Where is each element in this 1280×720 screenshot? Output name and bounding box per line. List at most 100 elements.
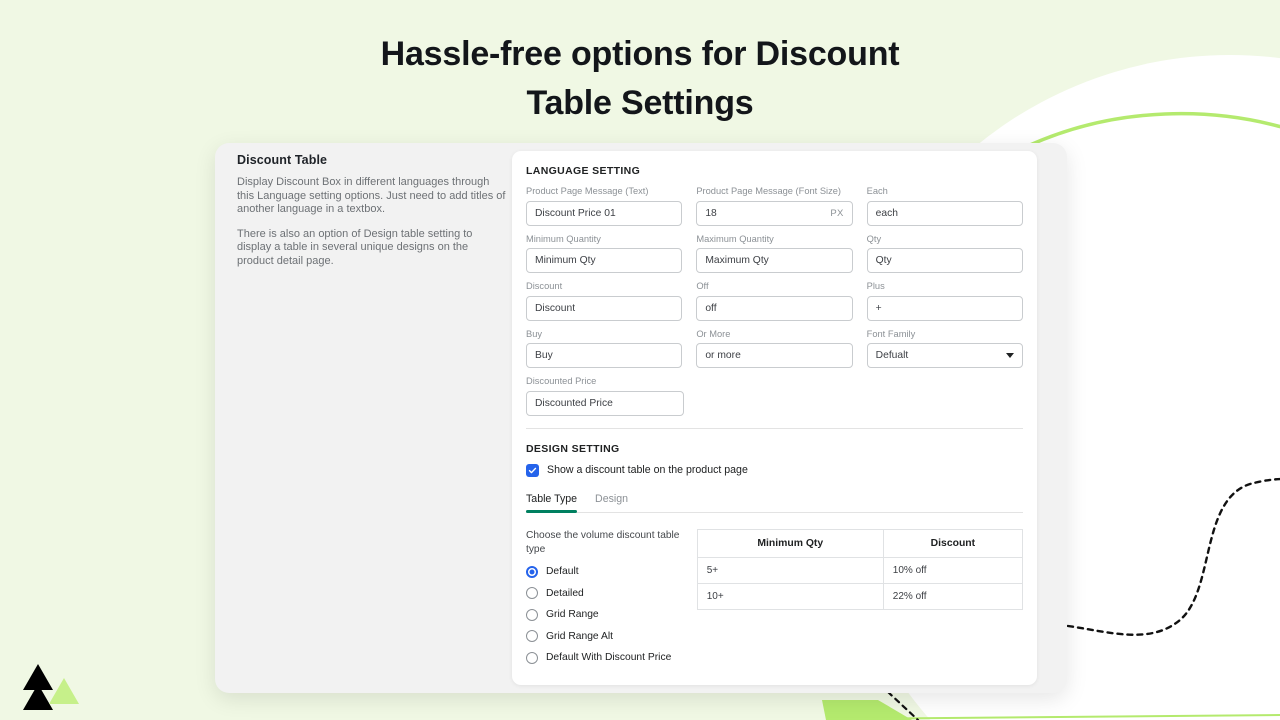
radio-label: Default bbox=[546, 566, 579, 577]
column-header-minimum-qty: Minimum Qty bbox=[697, 529, 884, 558]
preview-table-head: Minimum Qty Discount bbox=[697, 529, 1023, 558]
cell-minimum-qty: 10+ bbox=[706, 590, 724, 602]
radio-option-default[interactable]: Default bbox=[526, 565, 683, 578]
field-discounted-price: Discounted Price Discounted Price bbox=[526, 376, 684, 416]
radio-option-grid-range[interactable]: Grid Range bbox=[526, 608, 683, 621]
field-buy: Buy Buy bbox=[526, 328, 683, 368]
field-label: Product Page Message (Font Size) bbox=[696, 186, 842, 196]
cell-minimum-qty: 5+ bbox=[697, 557, 884, 584]
radio-option-detailed[interactable]: Detailed bbox=[526, 587, 683, 599]
radio-unselected-icon[interactable] bbox=[526, 651, 538, 664]
column-header-discount: Discount bbox=[882, 529, 1023, 558]
field-label: Or More bbox=[696, 328, 731, 339]
field-label: Product Page Message (Text) bbox=[526, 186, 649, 196]
radio-label: Detailed bbox=[546, 587, 584, 599]
plus-input[interactable]: + bbox=[866, 295, 1023, 321]
field-each: Each each bbox=[866, 186, 1023, 226]
radio-option-grid-range-alt[interactable]: Grid Range Alt bbox=[526, 630, 683, 642]
product-page-message-fontsize-input[interactable]: 18 PX bbox=[696, 200, 853, 226]
font-size-unit-suffix: PX bbox=[830, 207, 844, 219]
field-discount: Discount Discount bbox=[526, 281, 683, 321]
checkbox-label: Show a discount table on the product pag… bbox=[547, 464, 748, 476]
minimum-quantity-input[interactable]: Minimum Qty bbox=[526, 248, 683, 273]
settings-card: Discount Table Display Discount Box in d… bbox=[215, 143, 1067, 693]
field-row: Discounted Price Discounted Price bbox=[526, 376, 1023, 416]
field-plus: Plus + bbox=[866, 281, 1023, 321]
field-value: or more bbox=[705, 350, 741, 361]
cell-discount: 10% off bbox=[882, 557, 1023, 584]
field-label: Each bbox=[866, 186, 888, 196]
field-value: Defualt bbox=[875, 350, 909, 361]
description-paragraph-2: There is also an option of Design table … bbox=[237, 227, 473, 267]
radio-unselected-icon[interactable] bbox=[526, 587, 538, 599]
settings-panel: LANGUAGE SETTING Product Page Message (T… bbox=[512, 151, 1037, 685]
field-label: Discounted Price bbox=[526, 376, 597, 386]
field-label: Buy bbox=[526, 328, 543, 339]
field-value: Discounted Price bbox=[535, 397, 613, 409]
field-value: each bbox=[875, 207, 898, 219]
radio-label: Grid Range Alt bbox=[546, 630, 613, 642]
brand-logo-icon bbox=[23, 664, 79, 710]
field-value: Discount Price 01 bbox=[535, 207, 616, 219]
field-label: Off bbox=[696, 281, 709, 291]
description-title: Discount Table bbox=[237, 153, 328, 167]
qty-input[interactable]: Qty bbox=[866, 248, 1023, 273]
checkbox-checked-icon[interactable] bbox=[526, 463, 539, 477]
field-row: Discount Discount Off off Plus + bbox=[526, 281, 1023, 321]
design-setting-section: DESIGN SETTING Show a discount table on … bbox=[512, 429, 1037, 674]
field-minimum-quantity: Minimum Quantity Minimum Qty bbox=[526, 234, 683, 273]
preview-table-body: 5+ 10% off 10+ 22% off bbox=[697, 557, 1023, 609]
field-value: + bbox=[875, 302, 882, 314]
radio-unselected-icon[interactable] bbox=[526, 608, 538, 621]
field-product-page-message-font-size: Product Page Message (Font Size) 18 PX bbox=[696, 186, 853, 226]
page-title-line1: Hassle-free options for Discount bbox=[380, 35, 900, 73]
table-type-tab-panel: Choose the volume discount table type De… bbox=[526, 513, 1023, 674]
logo-triangle-lime bbox=[49, 678, 79, 704]
field-off: Off off bbox=[696, 281, 853, 321]
design-setting-tabs: Table Type Design bbox=[526, 493, 1023, 513]
cell-discount: 22% off bbox=[882, 583, 1023, 609]
off-input[interactable]: off bbox=[696, 295, 853, 321]
field-font-family: Font Family Defualt bbox=[866, 328, 1023, 368]
radio-selected-icon[interactable] bbox=[526, 565, 538, 578]
language-setting-title: LANGUAGE SETTING bbox=[526, 165, 641, 177]
radio-label: Grid Range bbox=[546, 609, 599, 620]
discount-preview-table: Minimum Qty Discount 5+ 10% off 10+ 22% … bbox=[696, 528, 1023, 610]
or-more-input[interactable]: or more bbox=[696, 343, 853, 368]
field-value: off bbox=[705, 302, 717, 314]
radio-label: Default With Discount Price bbox=[546, 652, 672, 663]
field-label: Font Family bbox=[866, 328, 916, 339]
table-row: 10+ 22% off bbox=[697, 583, 1023, 609]
radio-option-default-with-discount-price[interactable]: Default With Discount Price bbox=[526, 651, 683, 664]
show-discount-table-checkbox-row[interactable]: Show a discount table on the product pag… bbox=[526, 463, 1023, 477]
page-title-line2: Table Settings bbox=[526, 84, 754, 122]
field-qty: Qty Qty bbox=[866, 233, 1023, 273]
product-page-message-text-input[interactable]: Discount Price 01 bbox=[526, 200, 683, 226]
font-family-select[interactable]: Defualt bbox=[866, 343, 1023, 368]
discounted-price-input[interactable]: Discounted Price bbox=[526, 390, 684, 416]
table-type-chooser: Choose the volume discount table type De… bbox=[526, 529, 683, 674]
design-setting-title: DESIGN SETTING bbox=[526, 442, 620, 455]
tab-design[interactable]: Design bbox=[595, 493, 628, 512]
each-input[interactable]: each bbox=[866, 200, 1023, 226]
table-row: 5+ 10% off bbox=[697, 557, 1023, 584]
field-value: Minimum Qty bbox=[535, 255, 596, 266]
description-pane: Discount Table Display Discount Box in d… bbox=[237, 153, 507, 280]
field-label: Qty bbox=[866, 233, 882, 244]
field-row: Product Page Message (Text) Discount Pri… bbox=[526, 186, 1023, 226]
field-row: Minimum Quantity Minimum Qty Maximum Qua… bbox=[526, 233, 1023, 273]
maximum-quantity-input[interactable]: Maximum Qty bbox=[696, 248, 853, 273]
field-value: Discount bbox=[535, 302, 576, 314]
field-maximum-quantity: Maximum Quantity Maximum Qty bbox=[696, 234, 853, 273]
field-or-more: Or More or more bbox=[696, 328, 853, 368]
radio-unselected-icon[interactable] bbox=[526, 630, 538, 642]
page-title: Hassle-free options for Discount Table S… bbox=[0, 30, 1280, 128]
buy-input[interactable]: Buy bbox=[526, 343, 683, 368]
chevron-down-icon bbox=[1005, 353, 1014, 358]
tab-table-type[interactable]: Table Type bbox=[526, 493, 578, 513]
choose-table-type-label: Choose the volume discount table type bbox=[526, 529, 680, 555]
field-value: Buy bbox=[535, 350, 553, 361]
field-label: Plus bbox=[866, 281, 885, 291]
discount-input[interactable]: Discount bbox=[526, 295, 683, 321]
description-paragraph-1: Display Discount Box in different langua… bbox=[237, 176, 506, 216]
